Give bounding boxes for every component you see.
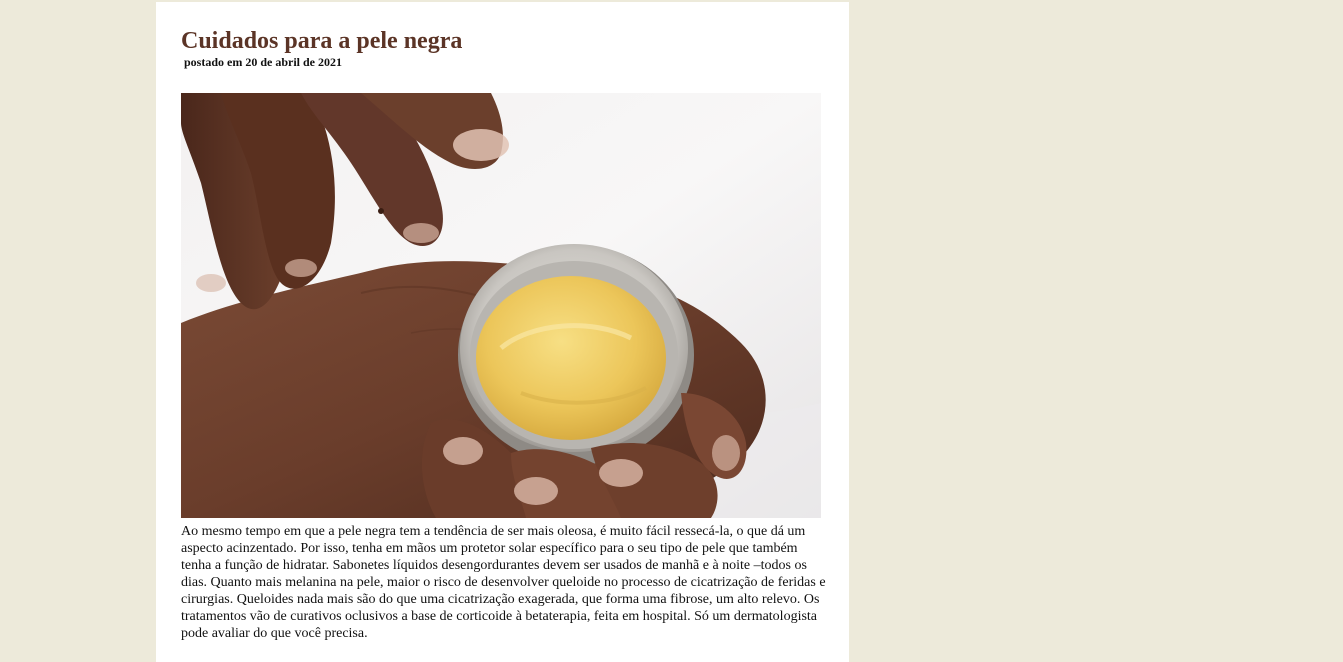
article-title: Cuidados para a pele negra xyxy=(181,28,463,54)
article-body: Ao mesmo tempo em que a pele negra tem a… xyxy=(181,524,826,641)
article-photo xyxy=(181,93,821,518)
article-card: Cuidados para a pele negra postado em 20… xyxy=(156,2,849,662)
post-date: postado em 20 de abril de 2021 xyxy=(184,55,343,69)
